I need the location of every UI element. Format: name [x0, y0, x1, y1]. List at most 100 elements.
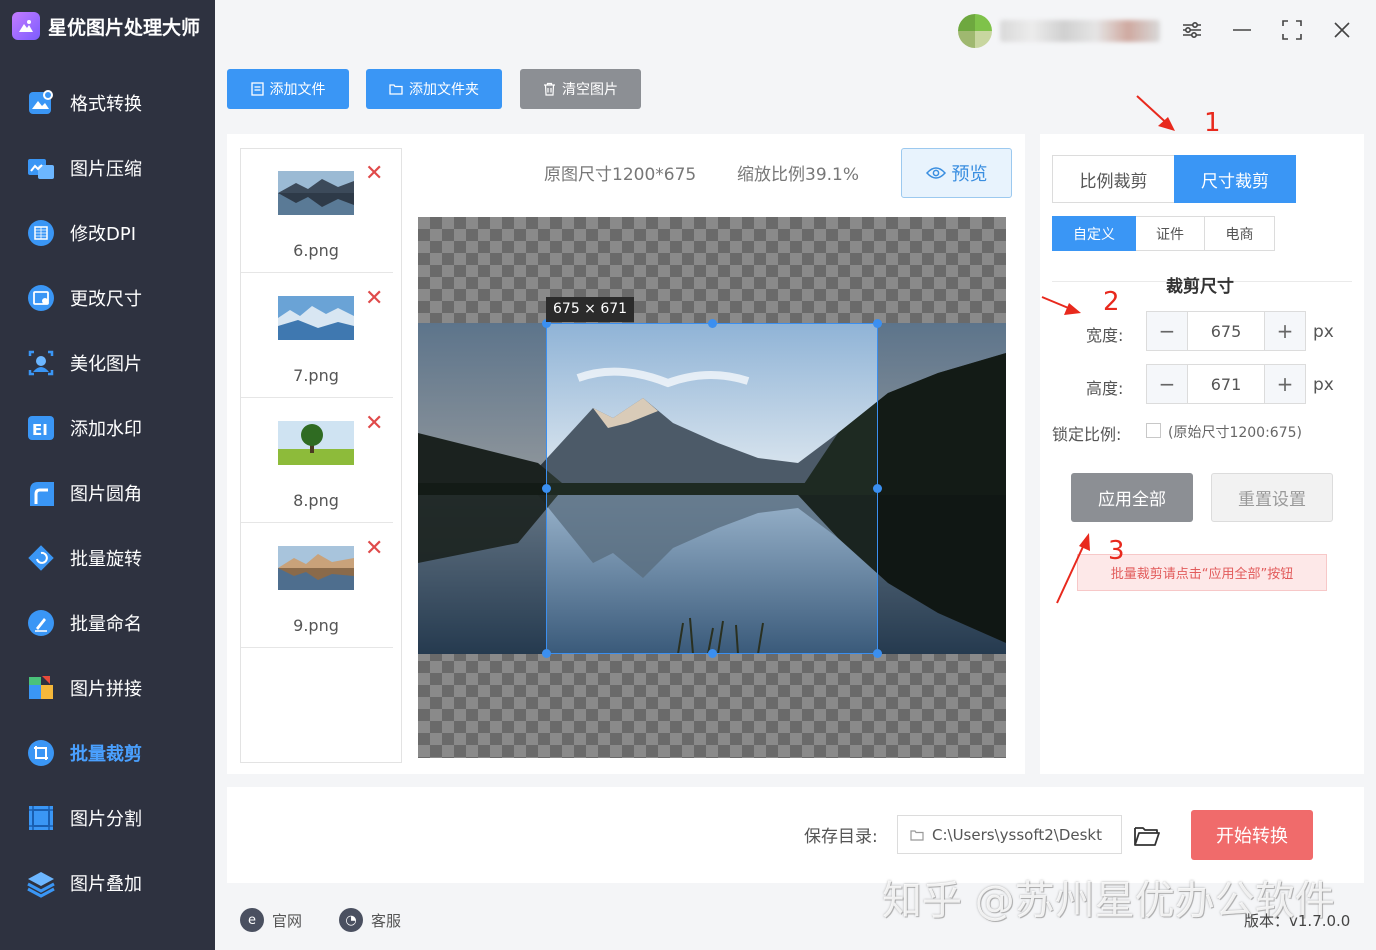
puzzle-icon	[24, 671, 58, 705]
height-decrement-button[interactable]: −	[1147, 365, 1187, 403]
file-name: 8.png	[293, 491, 339, 510]
width-input[interactable]: 675	[1187, 312, 1265, 350]
crop-overlay-left	[418, 323, 546, 654]
crop-handle-bottom[interactable]	[708, 649, 717, 658]
crop-selection-box[interactable]	[546, 323, 878, 654]
remove-icon[interactable]: ✕	[365, 163, 383, 185]
list-item[interactable]: 8.png ✕	[241, 399, 393, 523]
height-stepper[interactable]: − 671 +	[1146, 364, 1306, 404]
crop-handle-top-right[interactable]	[873, 319, 882, 328]
app-logo-icon	[12, 12, 40, 40]
save-directory-input[interactable]: C:\Users\yssoft2\Deskt	[897, 815, 1122, 854]
list-item[interactable]: 9.png ✕	[241, 524, 393, 648]
maximize-icon[interactable]	[1278, 16, 1306, 44]
crop-canvas[interactable]	[418, 217, 1006, 758]
crop-handle-left[interactable]	[542, 484, 551, 493]
sidebar-item-watermark[interactable]: EI 添加水印	[24, 408, 204, 448]
layers-icon	[24, 866, 58, 900]
sidebar-item-resize[interactable]: 更改尺寸	[24, 278, 204, 318]
remove-icon[interactable]: ✕	[365, 413, 383, 435]
crop-handle-bottom-left[interactable]	[542, 649, 551, 658]
tab-custom[interactable]: 自定义	[1052, 216, 1136, 251]
mode-ratio-crop-button[interactable]: 比例裁剪	[1052, 155, 1174, 203]
split-icon	[24, 801, 58, 835]
crop-handle-bottom-right[interactable]	[873, 649, 882, 658]
height-label: 高度:	[1086, 379, 1124, 398]
save-directory-path: C:\Users\yssoft2\Deskt	[932, 825, 1102, 844]
remove-icon[interactable]: ✕	[365, 538, 383, 560]
chat-support-icon: ◔	[339, 908, 363, 932]
close-icon[interactable]	[1328, 16, 1356, 44]
reset-settings-button[interactable]: 重置设置	[1211, 473, 1333, 522]
list-item[interactable]: 6.png ✕	[241, 149, 393, 273]
sidebar-item-label: 批量裁剪	[70, 744, 142, 765]
sidebar-item-split[interactable]: 图片分割	[24, 798, 204, 838]
crop-icon	[24, 736, 58, 770]
folder-icon	[910, 829, 924, 841]
width-unit: px	[1313, 322, 1334, 342]
svg-text:EI: EI	[32, 421, 48, 439]
sidebar-item-rename[interactable]: 批量命名	[24, 603, 204, 643]
file-list: 6.png ✕ 7.png ✕ 8.png ✕ 9.png ✕	[240, 148, 402, 763]
width-stepper[interactable]: − 675 +	[1146, 311, 1306, 351]
watermark-icon: EI	[24, 411, 58, 445]
dpi-icon	[24, 216, 58, 250]
sidebar-item-label: 添加水印	[70, 419, 142, 440]
rename-icon	[24, 606, 58, 640]
add-folder-button[interactable]: 添加文件夹	[366, 69, 502, 109]
avatar[interactable]	[958, 14, 992, 48]
tab-ecommerce[interactable]: 电商	[1205, 216, 1275, 251]
mode-size-crop-button[interactable]: 尺寸裁剪	[1174, 155, 1296, 203]
height-increment-button[interactable]: +	[1265, 365, 1305, 403]
sidebar-item-compress[interactable]: 图片压缩	[24, 148, 204, 188]
list-item[interactable]: 7.png ✕	[241, 274, 393, 398]
sidebar-item-label: 修改DPI	[70, 224, 137, 245]
save-directory-label: 保存目录:	[804, 827, 878, 847]
crop-handle-right[interactable]	[873, 484, 882, 493]
original-size-text: 原图尺寸1200*675	[544, 165, 697, 185]
original-ratio-hint: (原始尺寸1200:675)	[1168, 425, 1302, 441]
sidebar-item-rotate[interactable]: 批量旋转	[24, 538, 204, 578]
sidebar-item-label: 图片分割	[70, 809, 142, 830]
width-increment-button[interactable]: +	[1265, 312, 1305, 350]
sidebar-item-dpi[interactable]: 修改DPI	[24, 213, 204, 253]
crop-handle-top[interactable]	[708, 319, 717, 328]
settings-sliders-icon[interactable]	[1178, 16, 1206, 44]
sidebar-item-label: 图片叠加	[70, 874, 142, 895]
height-input[interactable]: 671	[1187, 365, 1265, 403]
apply-all-button[interactable]: 应用全部	[1071, 473, 1193, 522]
beautify-icon	[24, 346, 58, 380]
website-link[interactable]: e 官网	[240, 908, 302, 932]
start-convert-button[interactable]: 开始转换	[1191, 810, 1313, 860]
file-name: 9.png	[293, 616, 339, 635]
annotation-number-1: 1	[1204, 108, 1221, 138]
add-file-button[interactable]: 添加文件	[227, 69, 349, 109]
support-link[interactable]: ◔ 客服	[339, 908, 401, 932]
file-name: 7.png	[293, 366, 339, 385]
minimize-icon[interactable]	[1228, 16, 1256, 44]
zoom-ratio-text: 缩放比例39.1%	[737, 165, 860, 185]
resize-icon	[24, 281, 58, 315]
thumbnail-image	[278, 421, 354, 465]
add-folder-label: 添加文件夹	[409, 82, 479, 98]
browse-folder-icon[interactable]	[1132, 820, 1162, 850]
sidebar-item-label: 更改尺寸	[70, 289, 142, 310]
width-decrement-button[interactable]: −	[1147, 312, 1187, 350]
sidebar-item-crop[interactable]: 批量裁剪	[24, 733, 204, 773]
app-title-bar: 星优图片处理大师	[12, 12, 200, 40]
user-account[interactable]	[958, 14, 1160, 48]
sidebar-item-puzzle[interactable]: 图片拼接	[24, 668, 204, 708]
preview-button[interactable]: 预览	[901, 148, 1012, 198]
sidebar-item-beautify[interactable]: 美化图片	[24, 343, 204, 383]
compress-icon	[24, 151, 58, 185]
remove-icon[interactable]: ✕	[365, 288, 383, 310]
sidebar-item-format-convert[interactable]: 格式转换	[24, 83, 204, 123]
trash-icon	[544, 82, 555, 96]
tab-id-photo[interactable]: 证件	[1136, 216, 1205, 251]
username-blurred	[1000, 20, 1160, 42]
lock-ratio-checkbox[interactable]	[1146, 423, 1161, 438]
sidebar-item-overlay[interactable]: 图片叠加	[24, 863, 204, 903]
clear-images-button[interactable]: 清空图片	[520, 69, 641, 109]
file-icon	[250, 82, 264, 96]
sidebar-item-rounded-corner[interactable]: 图片圆角	[24, 473, 204, 513]
